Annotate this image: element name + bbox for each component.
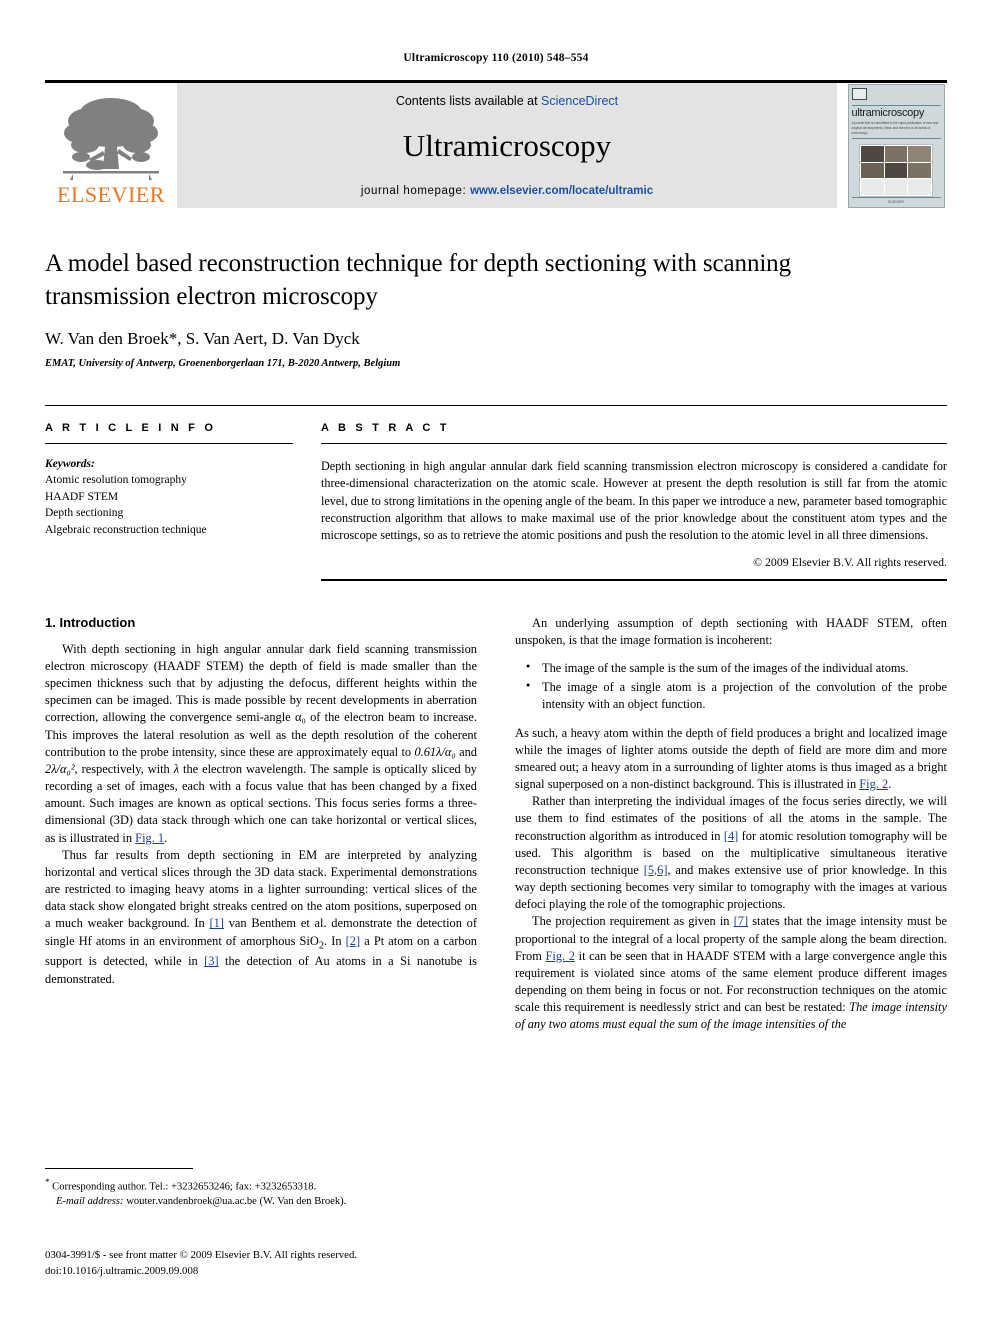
journal-title: Ultramicroscopy <box>402 128 612 163</box>
title-block: A model based reconstruction technique f… <box>45 248 947 369</box>
body-columns: 1. Introduction With depth sectioning in… <box>45 615 947 1034</box>
left-column: 1. Introduction With depth sectioning in… <box>45 615 477 1034</box>
abstract-label: A B S T R A C T <box>321 422 450 434</box>
figure-link-fig2[interactable]: Fig. 2 <box>859 777 888 791</box>
math-expression: 2λ/α₀² <box>45 761 75 776</box>
elsevier-tree-icon <box>63 98 159 180</box>
figure-link-fig1[interactable]: Fig. 1 <box>135 831 164 845</box>
cover-footer-mark: ELSEVIER <box>851 196 941 204</box>
paragraph-intro-2: Thus far results from depth sectioning i… <box>45 847 477 988</box>
cover-tile <box>861 179 884 195</box>
right-column: An underlying assumption of depth sectio… <box>515 615 947 1034</box>
paragraph-intro-1: With depth sectioning in high angular an… <box>45 641 477 847</box>
paragraph-right-1: An underlying assumption of depth sectio… <box>515 615 947 647</box>
sciencedirect-link[interactable]: ScienceDirect <box>541 94 618 108</box>
page-title: A model based reconstruction technique f… <box>45 250 791 310</box>
cover-tile <box>908 162 931 179</box>
citation-link-2[interactable]: [2] <box>346 934 360 948</box>
abstract-text: Depth sectioning in high angular annular… <box>321 459 947 543</box>
copyright-line: © 2009 Elsevier B.V. All rights reserved… <box>753 554 947 569</box>
journal-cover-thumbnail: ultramicroscopy A journal that is commit… <box>837 83 947 208</box>
keyword-item: HAADF STEM <box>45 490 119 503</box>
article-info-label: A R T I C L E I N F O <box>45 422 217 434</box>
figure-link-fig2-second[interactable]: Fig. 2 <box>546 949 575 963</box>
cover-elsevier-mark-icon <box>851 87 867 101</box>
list-item: The image of a single atom is a projecti… <box>526 679 947 713</box>
keywords-label: Keywords: <box>45 458 95 470</box>
text-run: . In <box>323 933 346 948</box>
abstract-rule <box>321 443 947 444</box>
text-run: . <box>888 777 892 792</box>
citation-link-3[interactable]: [3] <box>204 954 218 968</box>
journal-banner: Contents lists available at ScienceDirec… <box>177 83 837 208</box>
citation-link-5-6[interactable]: [5,6] <box>644 863 668 877</box>
keywords-list: Atomic resolution tomography HAADF STEM … <box>45 472 293 539</box>
cover-tile <box>884 179 908 195</box>
keyword-item: Atomic resolution tomography <box>45 474 187 486</box>
journal-homepage-link[interactable]: www.elsevier.com/locate/ultramic <box>470 185 653 197</box>
footnote-rule <box>45 1168 193 1169</box>
text-run: Corresponding author. Tel.: +3232653246;… <box>52 1181 317 1193</box>
imprint-block: 0304-3991/$ - see front matter © 2009 El… <box>45 1248 505 1279</box>
math-expression: 0.61λ/α₀ <box>414 744 456 759</box>
keyword-item: Depth sectioning <box>45 507 124 520</box>
affiliation: EMAT, University of Antwerp, Groenenborg… <box>45 358 401 369</box>
contents-line: Contents lists available at ScienceDirec… <box>396 94 618 108</box>
homepage-line: journal homepage: www.elsevier.com/locat… <box>361 185 653 197</box>
paragraph-right-2: As such, a heavy atom within the depth o… <box>515 725 947 794</box>
email-address: wouter.vandenbroek@ua.ac.be (W. Van den … <box>126 1196 347 1208</box>
cover-tile <box>861 146 884 162</box>
imprint-doi: doi:10.1016/j.ultramic.2009.09.008 <box>45 1264 199 1277</box>
text-run: The projection requirement as given in <box>532 914 734 929</box>
footnote-block: * Corresponding author. Tel.: +323265324… <box>45 1168 477 1210</box>
running-head: Ultramicroscopy 110 (2010) 548–554 <box>403 52 589 64</box>
elsevier-wordmark: ELSEVIER <box>57 182 165 207</box>
contents-prefix: Contents lists available at <box>395 94 538 108</box>
citation-link-4[interactable]: [4] <box>724 829 738 843</box>
imprint-line-1: 0304-3991/$ - see front matter © 2009 El… <box>45 1249 358 1261</box>
journal-masthead: ELSEVIER Contents lists available at Sci… <box>45 80 947 208</box>
cover-divider <box>851 105 941 107</box>
email-note: E-mail address: wouter.vandenbroek@ua.ac… <box>45 1195 477 1210</box>
keyword-item: Algebraic reconstruction technique <box>45 524 207 537</box>
citation-link-1[interactable]: [1] <box>209 916 223 930</box>
list-item: The image of the sample is the sum of th… <box>526 660 947 677</box>
text-run: . <box>164 830 168 845</box>
cover-tagline: A journal that is committed to the rapid… <box>851 121 939 135</box>
cover-image: ultramicroscopy A journal that is commit… <box>847 83 945 208</box>
cover-tile <box>884 146 908 162</box>
cover-divider-2 <box>851 137 941 139</box>
paper-page: Ultramicroscopy 110 (2010) 548–554 ELSEV… <box>0 0 992 1323</box>
article-info-column: A R T I C L E I N F O Keywords: Atomic r… <box>45 422 293 581</box>
corresponding-author-note: * Corresponding author. Tel.: +323265324… <box>45 1176 477 1195</box>
cover-tile <box>908 179 931 195</box>
email-label: E-mail address: <box>56 1196 124 1208</box>
math-alpha0: α₀ <box>294 710 306 725</box>
info-abstract-block: A R T I C L E I N F O Keywords: Atomic r… <box>45 405 947 581</box>
asterisk-icon: * <box>45 1177 50 1187</box>
citation-link-7[interactable]: [7] <box>734 914 748 928</box>
cover-tile <box>908 146 931 162</box>
homepage-prefix: journal homepage: <box>360 185 467 197</box>
section-heading-introduction: 1. Introduction <box>45 614 136 630</box>
author-list: W. Van den Broek*, S. Van Aert, D. Van D… <box>45 329 360 348</box>
text-run: and <box>455 744 477 759</box>
article-info-rule <box>45 443 293 444</box>
assumptions-list: The image of the sample is the sum of th… <box>515 660 947 714</box>
abstract-bottom-rule <box>321 578 947 581</box>
paragraph-right-4: The projection requirement as given in [… <box>515 913 947 1033</box>
abstract-column: A B S T R A C T Depth sectioning in high… <box>321 422 947 581</box>
cover-journal-name: ultramicroscopy <box>851 107 925 120</box>
text-run: , respectively, with <box>74 761 174 776</box>
cover-micrograph-grid <box>859 144 933 197</box>
cover-tile <box>861 162 884 179</box>
paragraph-right-3: Rather than interpreting the individual … <box>515 793 947 913</box>
elsevier-logo: ELSEVIER <box>45 83 177 208</box>
cover-tile <box>884 162 908 179</box>
